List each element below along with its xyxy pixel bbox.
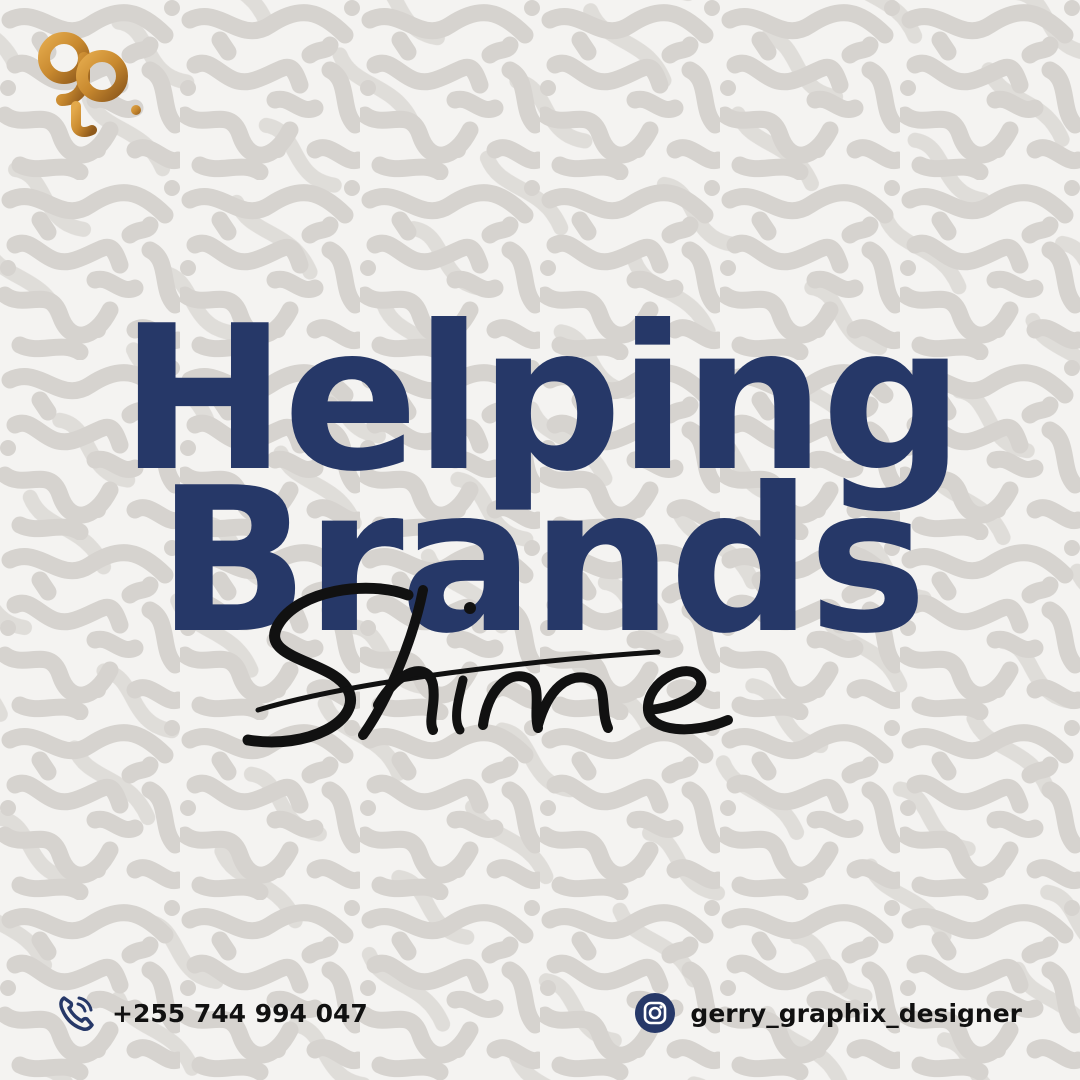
phone-contact[interactable]: +255 744 994 047 [56,992,368,1034]
instagram-handle: gerry_graphix_designer [690,998,1022,1028]
phone-number: +255 744 994 047 [112,998,368,1028]
instagram-icon [635,993,676,1033]
gerry-graphix-logo [38,32,141,137]
phone-call-icon [59,996,94,1031]
script-word-shine [242,582,733,748]
poster-canvas: Helping Brands +255 744 994 047 gerry_gr… [0,0,1080,1080]
instagram-contact[interactable]: gerry_graphix_designer [634,992,1022,1034]
